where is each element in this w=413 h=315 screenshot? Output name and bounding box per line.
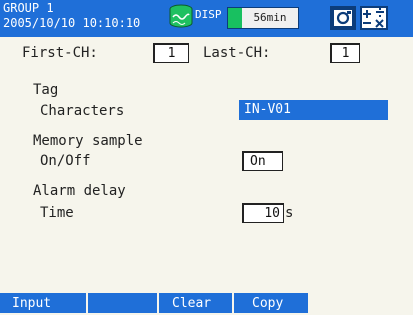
status-header: GROUP 1 2005/10/10 10:10:10 DISP 56min [0,0,413,37]
last-channel-field[interactable]: 1 [330,43,360,63]
group-name: GROUP 1 [3,1,54,15]
softkey-clear[interactable]: Clear [159,293,232,313]
memory-sample-onoff-field[interactable]: On [242,151,283,171]
softkey-bar: Input Clear Copy [0,293,413,313]
recording-drum-icon [167,3,195,33]
alarm-delay-title: Alarm delay [33,183,126,199]
alarm-delay-time-field[interactable]: 10 [242,203,284,223]
alarm-delay-unit: s [285,205,294,221]
tag-characters-field[interactable]: IN-V01 [239,100,388,120]
memory-sample-onoff-label: On/Off [40,153,91,169]
chart-rate-indicator: 56min [227,7,299,29]
first-channel-label: First-CH: [22,45,98,61]
display-mode-label: DISP [195,8,222,21]
last-channel-label: Last-CH: [203,45,271,61]
date-time: 2005/10/10 10:10:10 [3,16,141,30]
memory-sample-title: Memory sample [33,133,143,149]
math-operators-icon [360,6,388,30]
camera-icon [330,6,356,30]
rate-indicator-bar [228,8,242,28]
first-channel-field[interactable]: 1 [153,43,189,63]
chart-rate-value: 56min [253,11,287,24]
softkey-input[interactable]: Input [0,293,86,313]
softkey-copy[interactable]: Copy [234,293,308,313]
softkey-blank[interactable] [88,293,157,313]
alarm-delay-time-label: Time [40,205,74,221]
tag-characters-label: Characters [40,103,125,119]
tag-section-title: Tag [33,82,59,98]
